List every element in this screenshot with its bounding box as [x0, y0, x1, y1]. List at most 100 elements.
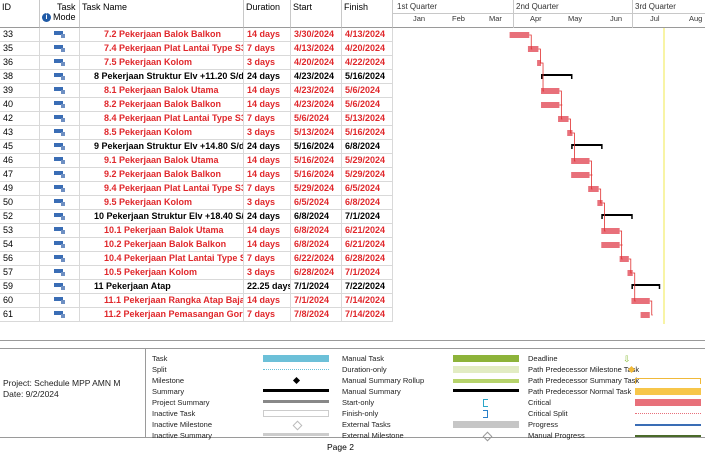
col-header-finish[interactable]: Finish	[342, 0, 393, 28]
cell-duration[interactable]: 14 days	[244, 28, 291, 41]
cell-finish[interactable]: 4/20/2024	[342, 42, 393, 55]
cell-finish[interactable]: 7/14/2024	[342, 308, 393, 321]
cell-task-name[interactable]: 8.4 Pekerjaan Plat Lantai Type S3	[80, 112, 244, 125]
cell-task-name[interactable]: 7.5 Pekerjaan Kolom	[80, 56, 244, 69]
critical-task-bar[interactable]	[567, 130, 573, 136]
cell-duration[interactable]: 14 days	[244, 98, 291, 111]
cell-start[interactable]: 6/28/2024	[291, 266, 342, 279]
summary-bar[interactable]	[541, 74, 573, 79]
cell-task-name[interactable]: 9.5 Pekerjaan Kolom	[80, 196, 244, 209]
cell-task-name[interactable]: 9.1 Pekerjaan Balok Utama	[80, 154, 244, 167]
cell-task-name[interactable]: 11 Pekerjaan Atap	[80, 280, 244, 293]
cell-start[interactable]: 5/16/2024	[291, 140, 342, 153]
cell-start[interactable]: 5/6/2024	[291, 112, 342, 125]
cell-duration[interactable]: 24 days	[244, 70, 291, 83]
cell-finish[interactable]: 5/29/2024	[342, 154, 393, 167]
cell-start[interactable]: 6/22/2024	[291, 252, 342, 265]
critical-task-bar[interactable]	[597, 200, 603, 206]
cell-task-name[interactable]: 8.2 Pekerjaan Balok Balkon	[80, 98, 244, 111]
cell-start[interactable]: 7/1/2024	[291, 280, 342, 293]
cell-task-name[interactable]: 9.2 Pekerjaan Balok Balkon	[80, 168, 244, 181]
table-row[interactable]: 35 7.4 Pekerjaan Plat Lantai Type S3 7 d…	[0, 42, 393, 56]
cell-task-name[interactable]: 10.2 Pekerjaan Balok Balkon	[80, 238, 244, 251]
table-row[interactable]: 50 9.5 Pekerjaan Kolom 3 days 6/5/2024 6…	[0, 196, 393, 210]
critical-task-bar[interactable]	[640, 312, 650, 318]
cell-start[interactable]: 5/13/2024	[291, 126, 342, 139]
cell-start[interactable]: 6/8/2024	[291, 224, 342, 237]
cell-duration[interactable]: 14 days	[244, 84, 291, 97]
cell-start[interactable]: 5/29/2024	[291, 182, 342, 195]
critical-task-bar[interactable]	[588, 186, 599, 192]
critical-task-bar[interactable]	[601, 242, 620, 248]
cell-finish[interactable]: 4/13/2024	[342, 28, 393, 41]
cell-start[interactable]: 4/20/2024	[291, 56, 342, 69]
cell-start[interactable]: 4/23/2024	[291, 70, 342, 83]
cell-duration[interactable]: 3 days	[244, 126, 291, 139]
cell-duration[interactable]: 14 days	[244, 154, 291, 167]
cell-duration[interactable]: 3 days	[244, 196, 291, 209]
cell-task-name[interactable]: 11.1 Pekerjaan Rangka Atap Baja	[80, 294, 244, 307]
col-header-duration[interactable]: Duration	[244, 0, 291, 28]
cell-finish[interactable]: 5/6/2024	[342, 98, 393, 111]
cell-task-name[interactable]: 7.2 Pekerjaan Balok Balkon	[80, 28, 244, 41]
cell-duration[interactable]: 14 days	[244, 168, 291, 181]
critical-task-bar[interactable]	[527, 46, 539, 52]
cell-duration[interactable]: 22.25 days	[244, 280, 291, 293]
summary-bar[interactable]	[601, 214, 633, 219]
critical-task-bar[interactable]	[631, 298, 650, 304]
table-row[interactable]: 54 10.2 Pekerjaan Balok Balkon 14 days 6…	[0, 238, 393, 252]
table-row[interactable]: 42 8.4 Pekerjaan Plat Lantai Type S3 7 d…	[0, 112, 393, 126]
cell-task-name[interactable]: 8.1 Pekerjaan Balok Utama	[80, 84, 244, 97]
cell-task-name[interactable]: 11.2 Pekerjaan Pemasangan Gording	[80, 308, 244, 321]
table-row[interactable]: 57 10.5 Pekerjaan Kolom 3 days 6/28/2024…	[0, 266, 393, 280]
cell-start[interactable]: 3/30/2024	[291, 28, 342, 41]
cell-start[interactable]: 4/13/2024	[291, 42, 342, 55]
table-row[interactable]: 52 10 Pekerjaan Struktur Elv +18.40 S/d …	[0, 210, 393, 224]
table-row[interactable]: 60 11.1 Pekerjaan Rangka Atap Baja 14 da…	[0, 294, 393, 308]
cell-finish[interactable]: 6/5/2024	[342, 182, 393, 195]
cell-duration[interactable]: 3 days	[244, 266, 291, 279]
cell-finish[interactable]: 7/1/2024	[342, 266, 393, 279]
cell-finish[interactable]: 5/16/2024	[342, 126, 393, 139]
table-row[interactable]: 49 9.4 Pekerjaan Plat Lantai Type S3 7 d…	[0, 182, 393, 196]
table-row[interactable]: 59 11 Pekerjaan Atap 22.25 days 7/1/2024…	[0, 280, 393, 294]
cell-finish[interactable]: 5/13/2024	[342, 112, 393, 125]
cell-duration[interactable]: 7 days	[244, 182, 291, 195]
table-row[interactable]: 36 7.5 Pekerjaan Kolom 3 days 4/20/2024 …	[0, 56, 393, 70]
table-row[interactable]: 45 9 Pekerjaan Struktur Elv +14.80 S/d +…	[0, 140, 393, 154]
cell-duration[interactable]: 7 days	[244, 252, 291, 265]
cell-finish[interactable]: 7/1/2024	[342, 210, 393, 223]
cell-start[interactable]: 6/8/2024	[291, 238, 342, 251]
cell-start[interactable]: 7/8/2024	[291, 308, 342, 321]
cell-finish[interactable]: 7/22/2024	[342, 280, 393, 293]
cell-finish[interactable]: 6/28/2024	[342, 252, 393, 265]
cell-start[interactable]: 4/23/2024	[291, 84, 342, 97]
cell-duration[interactable]: 14 days	[244, 294, 291, 307]
col-header-start[interactable]: Start	[291, 0, 342, 28]
table-row[interactable]: 33 7.2 Pekerjaan Balok Balkon 14 days 3/…	[0, 28, 393, 42]
cell-finish[interactable]: 6/8/2024	[342, 140, 393, 153]
critical-task-bar[interactable]	[619, 256, 629, 262]
col-header-id[interactable]: ID	[0, 0, 40, 28]
cell-task-name[interactable]: 10.1 Pekerjaan Balok Utama	[80, 224, 244, 237]
cell-finish[interactable]: 5/29/2024	[342, 168, 393, 181]
table-row[interactable]: 43 8.5 Pekerjaan Kolom 3 days 5/13/2024 …	[0, 126, 393, 140]
table-row[interactable]: 61 11.2 Pekerjaan Pemasangan Gording 7 d…	[0, 308, 393, 322]
cell-start[interactable]: 5/16/2024	[291, 168, 342, 181]
cell-duration[interactable]: 7 days	[244, 112, 291, 125]
critical-task-bar[interactable]	[509, 32, 530, 38]
cell-finish[interactable]: 6/8/2024	[342, 196, 393, 209]
table-row[interactable]: 53 10.1 Pekerjaan Balok Utama 14 days 6/…	[0, 224, 393, 238]
cell-duration[interactable]: 14 days	[244, 238, 291, 251]
table-row[interactable]: 39 8.1 Pekerjaan Balok Utama 14 days 4/2…	[0, 84, 393, 98]
critical-task-bar[interactable]	[627, 270, 633, 276]
cell-finish[interactable]: 4/22/2024	[342, 56, 393, 69]
cell-duration[interactable]: 3 days	[244, 56, 291, 69]
cell-duration[interactable]: 24 days	[244, 210, 291, 223]
cell-start[interactable]: 6/8/2024	[291, 210, 342, 223]
cell-duration[interactable]: 7 days	[244, 42, 291, 55]
cell-duration[interactable]: 14 days	[244, 224, 291, 237]
critical-task-bar[interactable]	[541, 102, 560, 108]
cell-task-name[interactable]: 8.5 Pekerjaan Kolom	[80, 126, 244, 139]
cell-task-name[interactable]: 8 Pekerjaan Struktur Elv +11.20 S/d +1(	[80, 70, 244, 83]
